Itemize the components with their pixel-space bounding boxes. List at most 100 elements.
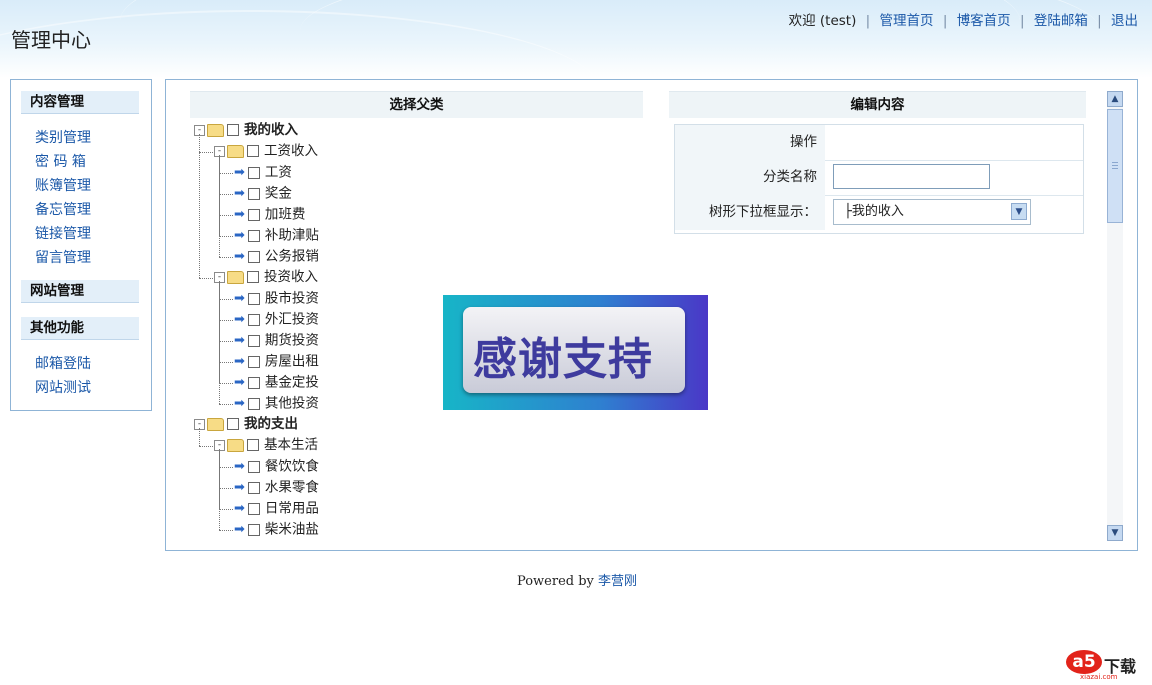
watermark-logo: a5 下载 xiazai.com [1066, 650, 1146, 681]
tree-node-label: 股市投资 [264, 290, 319, 307]
sidebar-item-password-box[interactable]: 密 码 箱 [35, 151, 86, 171]
arrow-right-icon: ➡ [234, 228, 245, 243]
a5-logo-icon: a5 [1066, 650, 1102, 674]
tree-leaf-node[interactable]: ➡ 日常用品 [234, 498, 319, 519]
tree-checkbox[interactable] [247, 271, 259, 283]
sidebar-section-content[interactable]: 内容管理 [21, 91, 139, 114]
tree-checkbox[interactable] [247, 166, 260, 179]
tree-checkbox[interactable] [247, 208, 260, 221]
tree-checkbox[interactable] [247, 355, 260, 368]
sidebar-item-site-test[interactable]: 网站测试 [35, 377, 91, 397]
folder-icon [207, 417, 224, 431]
tree-checkbox[interactable] [247, 397, 260, 410]
arrow-right-icon: ➡ [234, 249, 245, 264]
arrow-right-icon: ➡ [234, 207, 245, 222]
parent-category-value: ├我的收入 [844, 204, 904, 219]
tree-checkbox[interactable] [247, 376, 260, 389]
sidebar-item-messages[interactable]: 留言管理 [35, 247, 91, 267]
tree-node-label: 加班费 [264, 206, 306, 223]
admin-home-link[interactable]: 管理首页 [880, 13, 934, 29]
tree-folder-node[interactable]: - 工资收入 [214, 141, 318, 162]
tree-node-label: 其他投资 [264, 395, 319, 412]
tree-checkbox[interactable] [247, 145, 259, 157]
tree-leaf-node[interactable]: ➡ 公务报销 [234, 246, 319, 267]
chevron-down-icon[interactable]: ▼ [1011, 203, 1027, 220]
arrow-right-icon: ➡ [234, 165, 245, 180]
mailbox-login-link[interactable]: 登陆邮箱 [1034, 13, 1088, 29]
sidebar-item-memo[interactable]: 备忘管理 [35, 199, 91, 219]
scroll-down-icon[interactable]: ▼ [1107, 525, 1123, 541]
sidebar-section-other[interactable]: 其他功能 [21, 317, 139, 340]
tree-leaf-node[interactable]: ➡ 柴米油盐 [234, 519, 319, 540]
form-row-parent: 树形下拉框显示： ├我的收入 ▼ [675, 195, 1083, 230]
tree-node-label: 工资 [264, 164, 292, 181]
tree-leaf-node[interactable]: ➡ 餐饮饮食 [234, 456, 319, 477]
tree-checkbox[interactable] [247, 523, 260, 536]
tree-checkbox[interactable] [247, 460, 260, 473]
vertical-scrollbar[interactable]: ▲ ▼ [1107, 91, 1123, 541]
footer: Powered by 李营刚 [517, 570, 637, 589]
category-name-input[interactable] [833, 164, 990, 189]
tree-leaf-node[interactable]: ➡ 股市投资 [234, 288, 319, 309]
tree-panel-title: 选择父类 [190, 91, 643, 118]
tree-dropdown-label: 树形下拉框显示： [675, 195, 825, 230]
author-link[interactable]: 李营刚 [598, 574, 637, 589]
sidebar-item-category[interactable]: 类别管理 [35, 127, 91, 147]
tree-checkbox[interactable] [247, 481, 260, 494]
tree-leaf-node[interactable]: ➡ 水果零食 [234, 477, 319, 498]
tree-leaf-node[interactable]: ➡ 加班费 [234, 204, 305, 225]
tree-checkbox[interactable] [247, 439, 259, 451]
tree-folder-node[interactable]: - 基本生活 [214, 435, 318, 456]
arrow-right-icon: ➡ [234, 501, 245, 516]
scroll-thumb[interactable] [1107, 109, 1123, 223]
tree-checkbox[interactable] [247, 292, 260, 305]
tree-folder-node[interactable]: - 投资收入 [214, 267, 318, 288]
form-row-name: 分类名称 [675, 160, 1083, 196]
arrow-right-icon: ➡ [234, 459, 245, 474]
tree-folder-node[interactable]: - 我的支出 [194, 414, 298, 435]
tree-node-label: 期货投资 [264, 332, 319, 349]
tree-leaf-node[interactable]: ➡ 房屋出租 [234, 351, 319, 372]
tree-node-label: 水果零食 [264, 479, 319, 496]
parent-category-select[interactable]: ├我的收入 ▼ [833, 199, 1031, 225]
form-row-operation: 操作 [675, 125, 1083, 161]
tree-node-label: 基本生活 [264, 437, 318, 453]
tree-leaf-node[interactable]: ➡ 其他投资 [234, 393, 319, 414]
tree-node-label: 外汇投资 [264, 311, 319, 328]
edit-panel-title: 编辑内容 [669, 91, 1086, 118]
sidebar-section-site[interactable]: 网站管理 [21, 280, 139, 303]
logout-link[interactable]: 退出 [1111, 13, 1138, 29]
powered-by: Powered by [517, 574, 594, 589]
tree-checkbox[interactable] [247, 502, 260, 515]
arrow-right-icon: ➡ [234, 522, 245, 537]
scroll-up-icon[interactable]: ▲ [1107, 91, 1123, 107]
tree-node-label: 奖金 [264, 185, 292, 202]
tree-node-label: 基金定投 [264, 374, 319, 391]
sidebar-item-links[interactable]: 链接管理 [35, 223, 91, 243]
tree-leaf-node[interactable]: ➡ 奖金 [234, 183, 292, 204]
blog-home-link[interactable]: 博客首页 [957, 13, 1011, 29]
tree-checkbox[interactable] [247, 229, 260, 242]
tree-checkbox[interactable] [247, 334, 260, 347]
tree-node-label: 房屋出租 [264, 353, 319, 370]
top-nav: 欢迎 (test) | 管理首页 | 博客首页 | 登陆邮箱 | 退出 [788, 13, 1138, 29]
tree-folder-node[interactable]: - 我的收入 [194, 120, 298, 141]
tree-leaf-node[interactable]: ➡ 补助津贴 [234, 225, 319, 246]
tree-checkbox[interactable] [227, 418, 239, 430]
sidebar-item-mail-login[interactable]: 邮箱登陆 [35, 353, 91, 373]
arrow-right-icon: ➡ [234, 480, 245, 495]
tree-checkbox[interactable] [227, 124, 239, 136]
tree-node-label: 我的收入 [244, 122, 298, 138]
tree-leaf-node[interactable]: ➡ 工资 [234, 162, 292, 183]
tree-checkbox[interactable] [247, 250, 260, 263]
edit-form: 操作 分类名称 树形下拉框显示： ├我的收入 ▼ [674, 124, 1084, 234]
tree-leaf-node[interactable]: ➡ 外汇投资 [234, 309, 319, 330]
tree-leaf-node[interactable]: ➡ 基金定投 [234, 372, 319, 393]
tree-node-label: 餐饮饮食 [264, 458, 319, 475]
tree-checkbox[interactable] [247, 187, 260, 200]
thanks-banner[interactable]: 感谢支持 [443, 295, 708, 410]
tree-checkbox[interactable] [247, 313, 260, 326]
tree-leaf-node[interactable]: ➡ 期货投资 [234, 330, 319, 351]
tree-node-label: 公务报销 [264, 248, 319, 265]
sidebar-item-ledger[interactable]: 账簿管理 [35, 175, 91, 195]
